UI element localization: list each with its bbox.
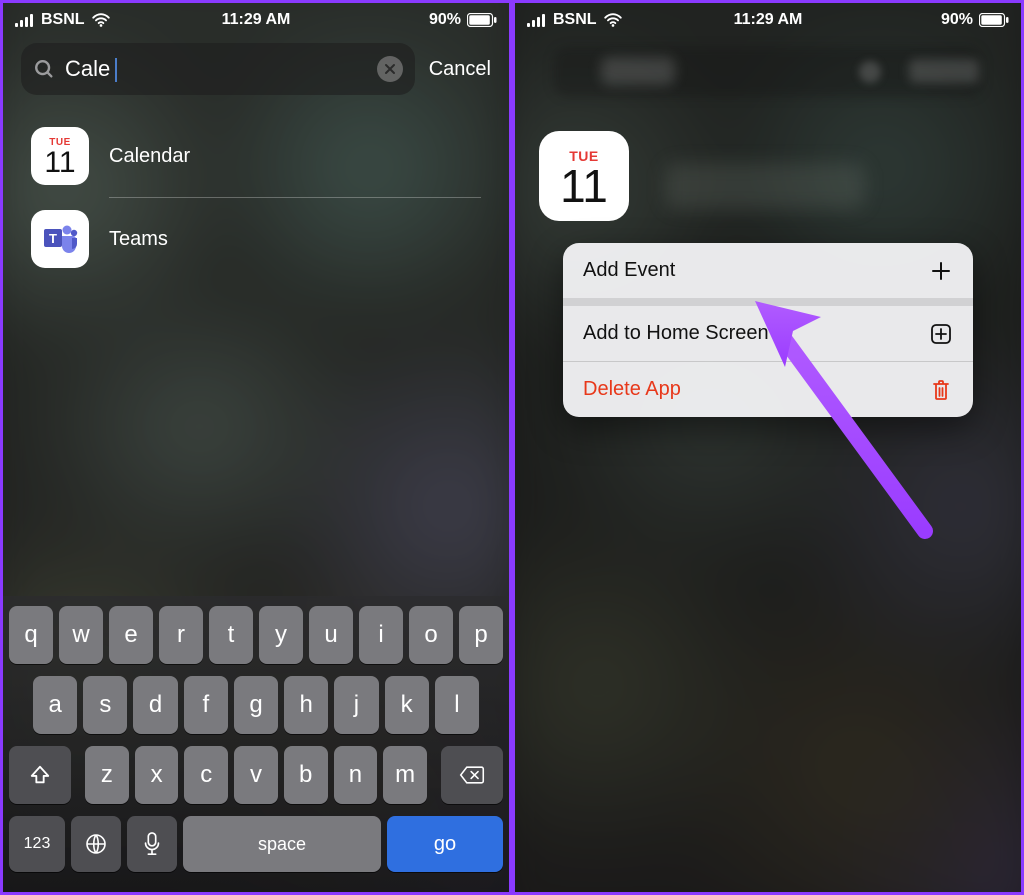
keyboard[interactable]: qwertyuiop asdfghjkl zxcvbnm 123 bbox=[3, 596, 509, 892]
key-r[interactable]: r bbox=[159, 606, 203, 664]
clock: 11:29 AM bbox=[515, 11, 1021, 29]
phone-left: BSNL 11:29 AM 90% Cale Cancel bbox=[0, 0, 512, 895]
search-value: Cale bbox=[65, 56, 110, 81]
menu-label: Delete App bbox=[583, 378, 681, 401]
calendar-date: 11 bbox=[560, 163, 608, 209]
menu-add-home-screen[interactable]: Add to Home Screen bbox=[563, 306, 973, 361]
key-k[interactable]: k bbox=[385, 676, 429, 734]
plus-box-icon bbox=[929, 323, 953, 345]
dictation-key[interactable] bbox=[127, 816, 177, 872]
key-t[interactable]: t bbox=[209, 606, 253, 664]
key-q[interactable]: q bbox=[9, 606, 53, 664]
mic-icon bbox=[142, 832, 162, 856]
result-teams[interactable]: T Teams bbox=[3, 198, 509, 280]
key-n[interactable]: n bbox=[334, 746, 378, 804]
menu-add-event[interactable]: Add Event bbox=[563, 243, 973, 298]
text-cursor bbox=[115, 58, 117, 82]
clear-search-button[interactable] bbox=[377, 56, 403, 82]
clock: 11:29 AM bbox=[3, 11, 509, 29]
result-label: Calendar bbox=[109, 145, 190, 168]
search-text: Cale bbox=[65, 56, 367, 82]
result-calendar[interactable]: TUE 11 Calendar bbox=[3, 115, 509, 197]
context-area: TUE 11 Add Event Add to Home Screen bbox=[515, 111, 1021, 241]
cancel-button[interactable]: Cancel bbox=[429, 58, 491, 81]
key-c[interactable]: c bbox=[184, 746, 228, 804]
teams-app-icon: T bbox=[31, 210, 89, 268]
status-bar: BSNL 11:29 AM 90% bbox=[515, 3, 1021, 33]
menu-delete-app[interactable]: Delete App bbox=[563, 362, 973, 417]
key-b[interactable]: b bbox=[284, 746, 328, 804]
key-v[interactable]: v bbox=[234, 746, 278, 804]
shift-icon bbox=[29, 764, 51, 786]
search-results: TUE 11 Calendar T Teams bbox=[3, 107, 509, 280]
key-j[interactable]: j bbox=[334, 676, 378, 734]
space-key[interactable]: space bbox=[183, 816, 381, 872]
menu-separator bbox=[563, 298, 973, 306]
menu-label: Add to Home Screen bbox=[583, 322, 769, 345]
blurred-search-header bbox=[515, 33, 1021, 111]
key-x[interactable]: x bbox=[135, 746, 179, 804]
calendar-app-icon: TUE 11 bbox=[31, 127, 89, 185]
key-u[interactable]: u bbox=[309, 606, 353, 664]
svg-text:T: T bbox=[49, 231, 57, 246]
search-field[interactable]: Cale bbox=[21, 43, 415, 95]
plus-icon bbox=[929, 261, 953, 281]
backspace-key[interactable] bbox=[441, 746, 503, 804]
key-s[interactable]: s bbox=[83, 676, 127, 734]
calendar-app-icon-large[interactable]: TUE 11 bbox=[539, 131, 629, 221]
key-p[interactable]: p bbox=[459, 606, 503, 664]
status-bar: BSNL 11:29 AM 90% bbox=[3, 3, 509, 33]
menu-label: Add Event bbox=[583, 259, 675, 282]
key-z[interactable]: z bbox=[85, 746, 129, 804]
search-icon bbox=[33, 58, 55, 80]
key-y[interactable]: y bbox=[259, 606, 303, 664]
trash-icon bbox=[929, 379, 953, 401]
key-a[interactable]: a bbox=[33, 676, 77, 734]
key-e[interactable]: e bbox=[109, 606, 153, 664]
phone-right: BSNL 11:29 AM 90% TUE 11 Add Event bbox=[512, 0, 1024, 895]
key-w[interactable]: w bbox=[59, 606, 103, 664]
search-header: Cale Cancel bbox=[3, 33, 509, 107]
key-g[interactable]: g bbox=[234, 676, 278, 734]
key-i[interactable]: i bbox=[359, 606, 403, 664]
backspace-icon bbox=[459, 765, 485, 785]
key-l[interactable]: l bbox=[435, 676, 479, 734]
calendar-date: 11 bbox=[44, 148, 75, 178]
teams-icon: T bbox=[40, 219, 80, 259]
result-label: Teams bbox=[109, 228, 168, 251]
context-menu: Add Event Add to Home Screen Delete App bbox=[563, 243, 973, 417]
go-key[interactable]: go bbox=[387, 816, 503, 872]
key-h[interactable]: h bbox=[284, 676, 328, 734]
globe-icon bbox=[84, 832, 108, 856]
key-m[interactable]: m bbox=[383, 746, 427, 804]
key-f[interactable]: f bbox=[184, 676, 228, 734]
key-o[interactable]: o bbox=[409, 606, 453, 664]
globe-key[interactable] bbox=[71, 816, 121, 872]
numeric-key[interactable]: 123 bbox=[9, 816, 65, 872]
close-icon bbox=[384, 63, 396, 75]
key-d[interactable]: d bbox=[133, 676, 177, 734]
shift-key[interactable] bbox=[9, 746, 71, 804]
